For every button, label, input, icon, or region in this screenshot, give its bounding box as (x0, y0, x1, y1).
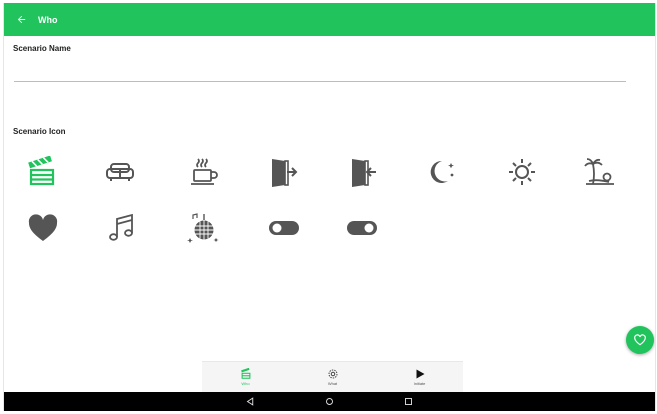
nav-initiate-label: Initiate (413, 381, 426, 386)
scenario-icon-label: Scenario Icon (13, 127, 66, 136)
nav-who[interactable]: Who (211, 368, 281, 386)
toggle-on-icon[interactable] (343, 210, 381, 246)
music-note-icon[interactable] (103, 210, 141, 246)
coffee-cup-icon[interactable] (184, 154, 222, 190)
app-bar-title: Who (38, 14, 58, 25)
disco-ball-icon[interactable] (184, 210, 222, 246)
screen: Who Scenario Name Scenario Icon Who What… (3, 3, 656, 411)
recents-icon[interactable] (404, 397, 413, 406)
bottom-navigation: Who What Initiate (202, 361, 463, 392)
heart-outline-icon (634, 334, 646, 346)
system-navigation-bar (4, 392, 655, 411)
nav-what-label: What (327, 381, 338, 386)
toggle-off-icon[interactable] (265, 210, 303, 246)
clapperboard-icon[interactable] (23, 154, 61, 190)
clapperboard-icon (240, 368, 250, 379)
nav-who-label: Who (241, 381, 250, 386)
nav-initiate[interactable]: Initiate (385, 368, 455, 386)
door-enter-icon[interactable] (344, 154, 382, 190)
gear-icon (328, 369, 337, 379)
scenario-name-input[interactable] (14, 65, 626, 82)
play-icon (416, 369, 424, 379)
nav-what[interactable]: What (298, 368, 368, 386)
app-bar: Who (4, 3, 655, 36)
door-exit-icon[interactable] (264, 154, 302, 190)
favorite-fab-button[interactable] (626, 326, 654, 354)
sofa-icon[interactable] (101, 154, 139, 190)
home-icon[interactable] (325, 397, 334, 406)
palm-beach-icon[interactable] (581, 154, 619, 190)
back-arrow-icon[interactable] (4, 3, 38, 36)
heart-icon[interactable] (24, 210, 62, 246)
scenario-name-label: Scenario Name (13, 44, 71, 53)
back-icon[interactable] (246, 397, 255, 406)
moon-stars-icon[interactable] (423, 154, 461, 190)
sun-icon[interactable] (503, 154, 541, 190)
